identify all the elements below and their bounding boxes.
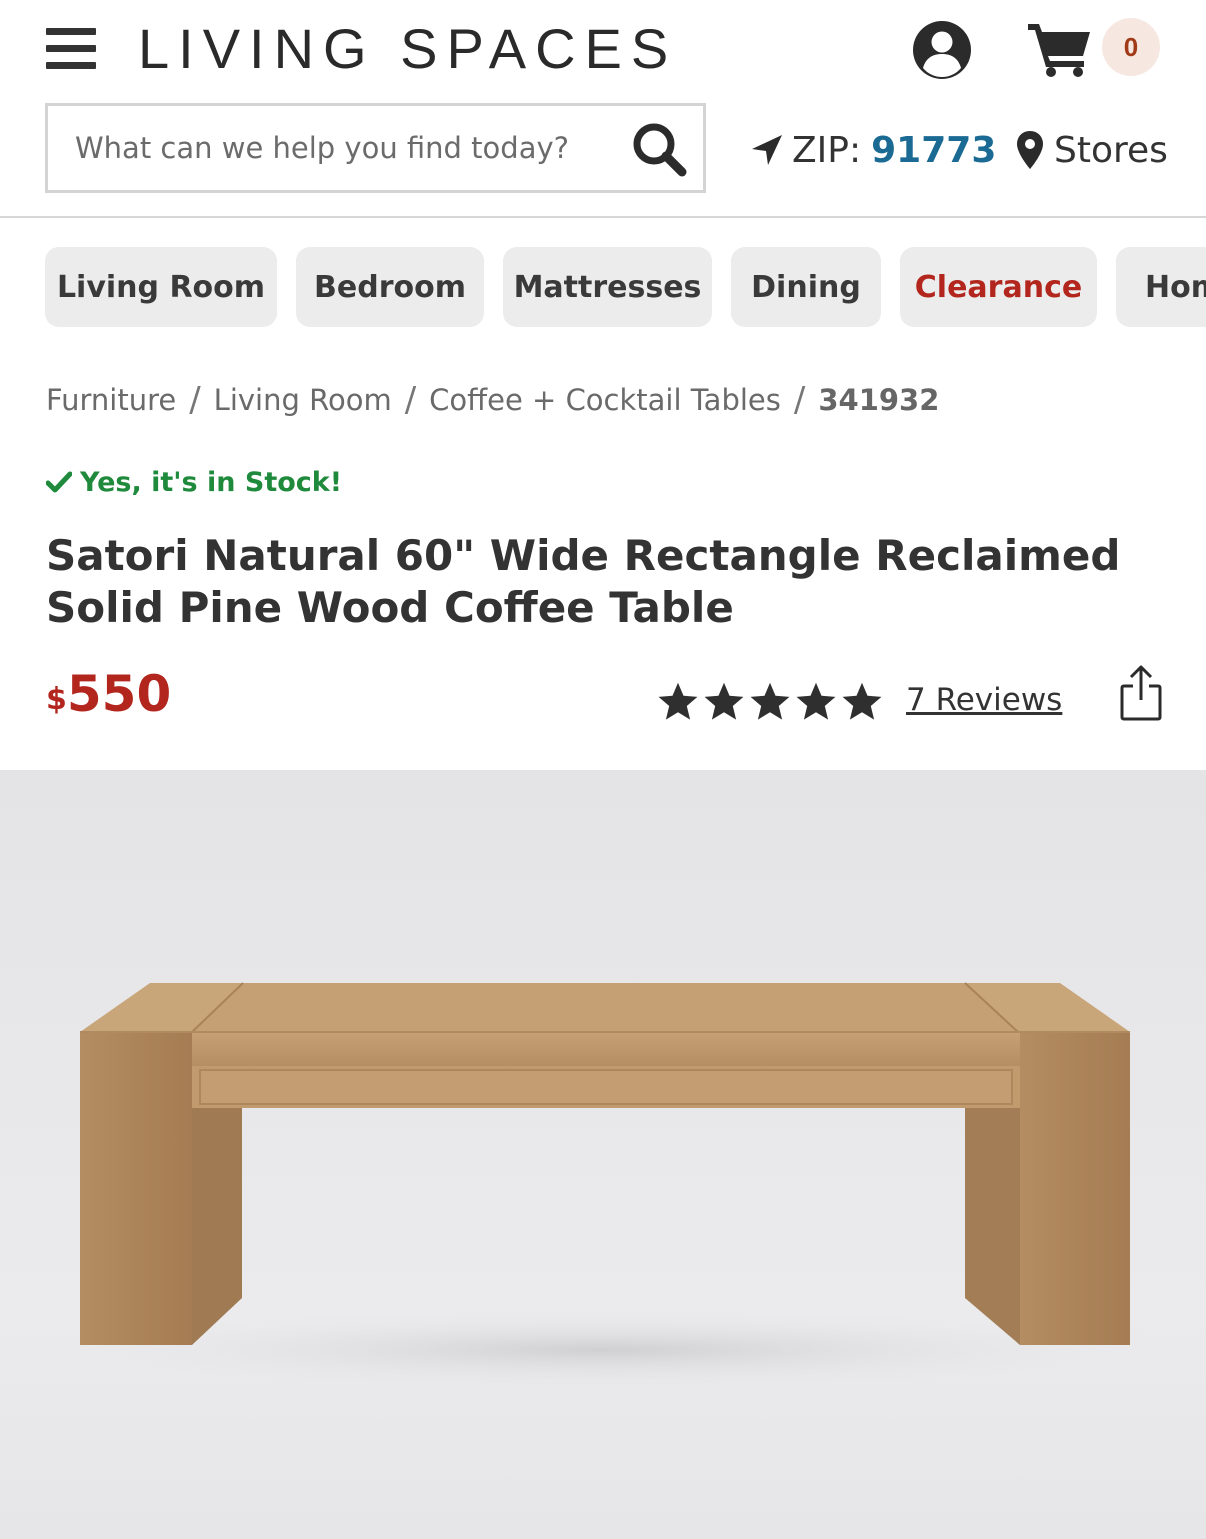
map-pin-icon: [1017, 131, 1043, 169]
product-image[interactable]: [0, 770, 1206, 1539]
star-icon: [658, 682, 698, 720]
breadcrumb-sku: 341932: [818, 383, 940, 417]
star-rating[interactable]: [656, 680, 886, 724]
product-price: $ 550: [46, 664, 171, 724]
cart-count-badge[interactable]: 0: [1102, 18, 1160, 76]
search-input[interactable]: [75, 106, 615, 190]
category-dining[interactable]: Dining: [731, 247, 881, 327]
stores-link[interactable]: Stores: [1016, 122, 1168, 178]
zip-label: ZIP:: [792, 129, 862, 171]
checkmark-icon: [46, 471, 72, 493]
category-mattresses[interactable]: Mattresses: [503, 247, 712, 327]
share-icon[interactable]: [1118, 664, 1164, 722]
star-icon: [750, 682, 790, 720]
product-title: Satori Natural 60" Wide Rectangle Reclai…: [46, 531, 1121, 632]
category-nav: Living Room Bedroom Mattresses Dining Cl…: [45, 247, 1206, 329]
location-arrow-icon: [752, 135, 782, 165]
stock-status: Yes, it's in Stock!: [46, 462, 342, 502]
menu-icon[interactable]: [46, 28, 96, 70]
breadcrumb-separator: /: [793, 380, 806, 420]
cart-icon[interactable]: [1026, 18, 1094, 78]
breadcrumb-living-room[interactable]: Living Room: [214, 383, 392, 417]
price-currency: $: [46, 682, 67, 717]
price-amount: 550: [66, 665, 172, 723]
site-logo[interactable]: LIVING SPACES: [138, 16, 677, 81]
category-living-room[interactable]: Living Room: [45, 247, 277, 327]
category-clearance[interactable]: Clearance: [900, 247, 1097, 327]
zip-selector[interactable]: ZIP: 91773: [750, 122, 996, 178]
breadcrumb-separator: /: [189, 380, 201, 420]
breadcrumb: Furniture / Living Room / Coffee + Cockt…: [46, 378, 939, 422]
site-header: LIVING SPACES 0 ZIP: 91773 Stores: [0, 0, 1206, 218]
breadcrumb-separator: /: [404, 380, 417, 420]
stock-status-text: Yes, it's in Stock!: [80, 466, 343, 498]
star-icon: [842, 682, 882, 720]
reviews-link[interactable]: 7 Reviews: [906, 682, 1062, 718]
breadcrumb-coffee-tables[interactable]: Coffee + Cocktail Tables: [429, 383, 781, 417]
star-icon: [796, 682, 836, 720]
category-bedroom[interactable]: Bedroom: [296, 247, 484, 327]
breadcrumb-furniture[interactable]: Furniture: [46, 383, 176, 417]
search-icon[interactable]: [630, 120, 690, 180]
search-bar: [45, 103, 706, 193]
account-icon[interactable]: [910, 18, 974, 82]
stores-label: Stores: [1054, 129, 1168, 171]
coffee-table-image: [43, 982, 1163, 1390]
category-home[interactable]: Hom: [1116, 247, 1206, 327]
zip-value[interactable]: 91773: [871, 130, 996, 171]
star-icon: [704, 682, 744, 720]
